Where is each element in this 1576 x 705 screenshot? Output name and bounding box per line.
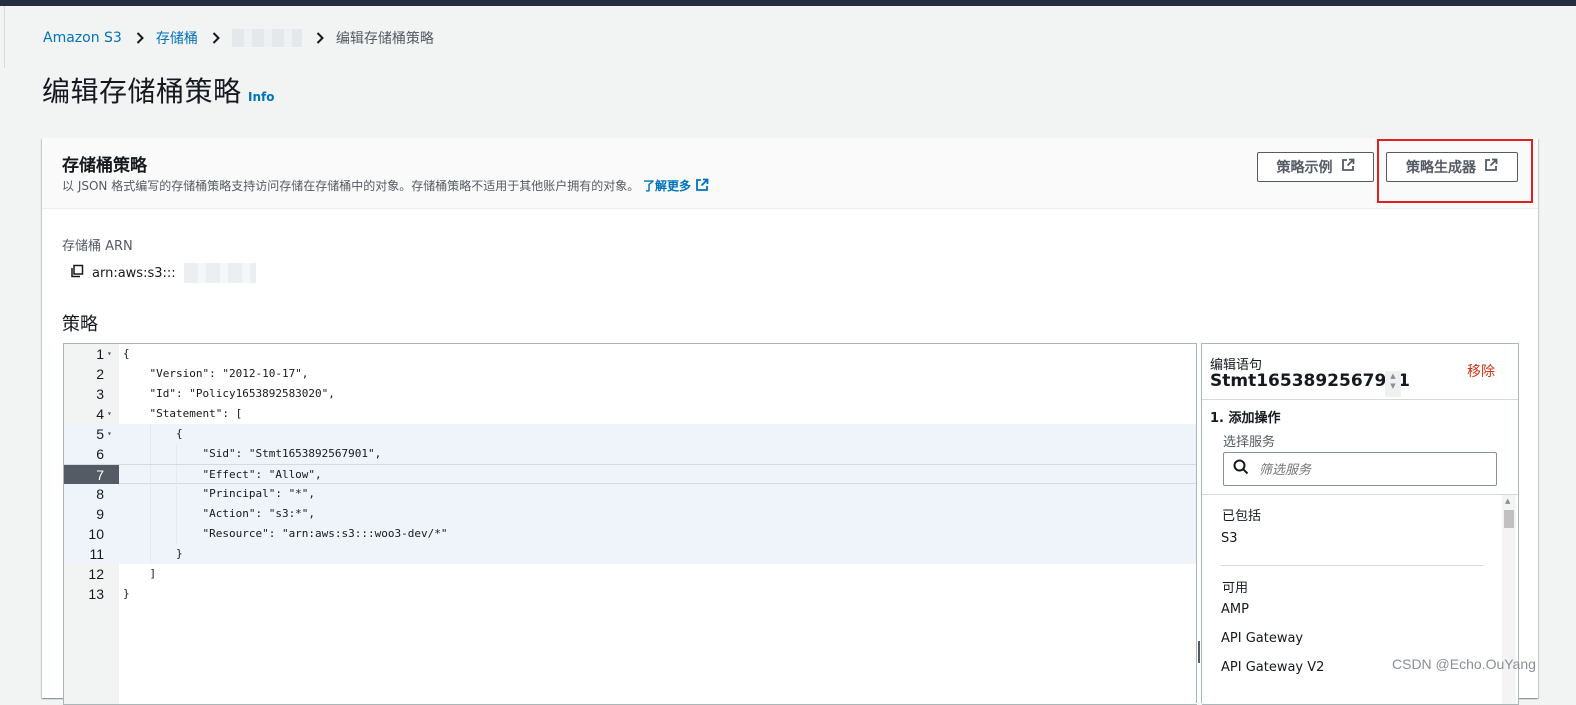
bucket-policy-panel: 存储桶策略 以 JSON 格式编写的存储桶策略支持访问存储在存储桶中的对象。存储… bbox=[42, 138, 1538, 705]
panel-description-text: 以 JSON 格式编写的存储桶策略支持访问存储在存储桶中的对象。存储桶策略不适用… bbox=[62, 179, 640, 193]
policy-examples-label: 策略示例 bbox=[1276, 160, 1333, 176]
code-line[interactable]: 9 "Action": "s3:*", bbox=[64, 504, 1197, 524]
included-header: 已包括 bbox=[1222, 509, 1262, 524]
code-line[interactable]: 1 ▾ { bbox=[64, 344, 1197, 364]
side-divider bbox=[4, 6, 5, 68]
scrollbar-thumb[interactable] bbox=[1504, 510, 1514, 528]
code-line[interactable]: 10 "Resource": "arn:aws:s3:::woo3-dev/*" bbox=[64, 524, 1197, 544]
line-number: 9 bbox=[96, 506, 104, 522]
service-list-scrollbar[interactable]: ▲ bbox=[1502, 495, 1516, 704]
code-text: { bbox=[123, 347, 130, 360]
code-line[interactable]: 12 ] bbox=[64, 564, 1197, 584]
code-text: "Resource": "arn:aws:s3:::woo3-dev/*" bbox=[123, 527, 448, 540]
code-line[interactable]: 2 "Version": "2012-10-17", bbox=[64, 364, 1197, 384]
chevron-right-icon bbox=[212, 32, 220, 44]
code-text: "Effect": "Allow", bbox=[123, 468, 322, 481]
bucket-arn-value: arn:aws:s3::: bbox=[92, 265, 176, 281]
line-number: 12 bbox=[88, 566, 104, 582]
breadcrumb-amazon-s3[interactable]: Amazon S3 bbox=[43, 30, 122, 46]
breadcrumb-bucket-name-redacted[interactable] bbox=[231, 29, 302, 47]
code-line[interactable]: 8 "Principal": "*", bbox=[64, 484, 1197, 504]
code-line[interactable]: 3 "Id": "Policy1653892583020", bbox=[64, 384, 1197, 404]
code-line[interactable]: 4 ▾ "Statement": [ bbox=[64, 404, 1197, 424]
code-text: "Id": "Policy1653892583020", bbox=[123, 387, 335, 400]
copy-icon[interactable] bbox=[70, 264, 84, 282]
panel-description: 以 JSON 格式编写的存储桶策略支持访问存储在存储桶中的对象。存储桶策略不适用… bbox=[62, 177, 709, 195]
code-line[interactable]: 11 } bbox=[64, 544, 1197, 564]
service-filter-field[interactable] bbox=[1223, 452, 1497, 486]
service-item-amp[interactable]: AMP bbox=[1221, 602, 1249, 617]
splitter-grip-icon[interactable] bbox=[1198, 641, 1200, 663]
statement-id-scroll[interactable]: ▲ ▼ bbox=[1385, 371, 1401, 397]
top-navigation-bar bbox=[0, 0, 1576, 6]
code-text: { bbox=[123, 427, 183, 440]
code-text: } bbox=[123, 587, 130, 600]
breadcrumb-buckets[interactable]: 存储桶 bbox=[156, 28, 198, 48]
chevron-right-icon bbox=[136, 32, 144, 44]
service-item-api-gateway-v2[interactable]: API Gateway V2 bbox=[1221, 660, 1324, 675]
code-text: "Sid": "Stmt1653892567901", bbox=[123, 447, 382, 460]
service-item-api-gateway[interactable]: API Gateway bbox=[1221, 631, 1303, 646]
available-header: 可用 bbox=[1222, 581, 1249, 596]
page-title: 编辑存储桶策略 bbox=[42, 75, 242, 108]
external-link-icon bbox=[1341, 158, 1355, 176]
scroll-up-icon[interactable]: ▲ bbox=[1505, 497, 1510, 505]
service-list: 已包括 S3 可用 AMP API Gateway API Gateway V2 bbox=[1202, 495, 1502, 704]
external-link-icon[interactable] bbox=[695, 178, 709, 195]
fold-toggle-icon[interactable]: ▾ bbox=[107, 344, 112, 364]
panel-header: 存储桶策略 以 JSON 格式编写的存储桶策略支持访问存储在存储桶中的对象。存储… bbox=[42, 138, 1538, 209]
fold-toggle-icon[interactable]: ▾ bbox=[107, 424, 112, 444]
line-number: 6 bbox=[96, 446, 104, 462]
line-number: 7 bbox=[64, 465, 119, 485]
statement-editor-pane: 编辑语句 Stmt1653892567901 ▲ ▼ 移除 1. 添加操作 选择服… bbox=[1202, 343, 1519, 705]
code-text: ] bbox=[123, 567, 157, 580]
code-line[interactable]: 6 "Sid": "Stmt1653892567901", bbox=[64, 444, 1197, 464]
bucket-arn-label: 存储桶 ARN bbox=[62, 239, 133, 254]
line-number: 8 bbox=[96, 486, 104, 502]
code-text: "Version": "2012-10-17", bbox=[123, 367, 309, 380]
remove-statement-button[interactable]: 移除 bbox=[1467, 361, 1495, 381]
code-text: "Statement": [ bbox=[123, 407, 243, 420]
fold-toggle-icon[interactable]: ▾ bbox=[107, 404, 112, 424]
divider bbox=[1202, 399, 1518, 400]
chevron-right-icon bbox=[316, 32, 324, 44]
search-icon bbox=[1233, 459, 1249, 479]
policy-code-editor[interactable]: 1 ▾{2 "Version": "2012-10-17", 3 "Id": "Po… bbox=[63, 343, 1197, 705]
line-number: 4 bbox=[96, 406, 104, 422]
line-number: 2 bbox=[96, 366, 104, 382]
service-item-s3[interactable]: S3 bbox=[1221, 531, 1238, 546]
code-line[interactable]: 7 "Effect": "Allow", bbox=[64, 464, 1197, 485]
add-actions-step: 1. 添加操作 bbox=[1210, 411, 1281, 426]
code-text: "Principal": "*", bbox=[123, 487, 316, 500]
breadcrumb: Amazon S3 存储桶 编辑存储桶策略 bbox=[43, 28, 434, 48]
code-text: "Action": "s3:*", bbox=[123, 507, 316, 520]
list-divider bbox=[1221, 565, 1483, 566]
panel-title: 存储桶策略 bbox=[62, 156, 147, 176]
breadcrumb-current: 编辑存储桶策略 bbox=[335, 31, 434, 47]
code-line[interactable]: 5 ▾ { bbox=[64, 424, 1197, 444]
policy-label: 策略 bbox=[62, 314, 98, 335]
bucket-arn-row: arn:aws:s3::: bbox=[70, 263, 256, 283]
annotation-highlight-box bbox=[1377, 139, 1533, 203]
learn-more-link[interactable]: 了解更多 bbox=[643, 179, 691, 193]
code-line[interactable]: 13} bbox=[64, 584, 1197, 604]
choose-service-label: 选择服务 bbox=[1223, 435, 1276, 450]
statement-id: Stmt1653892567901 bbox=[1210, 371, 1410, 391]
code-text: } bbox=[123, 547, 183, 560]
service-filter-input[interactable] bbox=[1257, 460, 1481, 478]
info-link[interactable]: Info bbox=[248, 90, 274, 104]
line-number: 5 bbox=[96, 426, 104, 442]
line-number: 13 bbox=[88, 586, 104, 602]
line-number: 10 bbox=[88, 526, 104, 542]
policy-examples-button[interactable]: 策略示例 bbox=[1257, 152, 1374, 182]
line-number: 11 bbox=[89, 546, 104, 562]
watermark: CSDN @Echo.OuYang bbox=[1392, 656, 1536, 672]
bucket-arn-redacted bbox=[183, 263, 256, 283]
line-number: 1 bbox=[96, 346, 104, 362]
line-number: 3 bbox=[96, 386, 104, 402]
